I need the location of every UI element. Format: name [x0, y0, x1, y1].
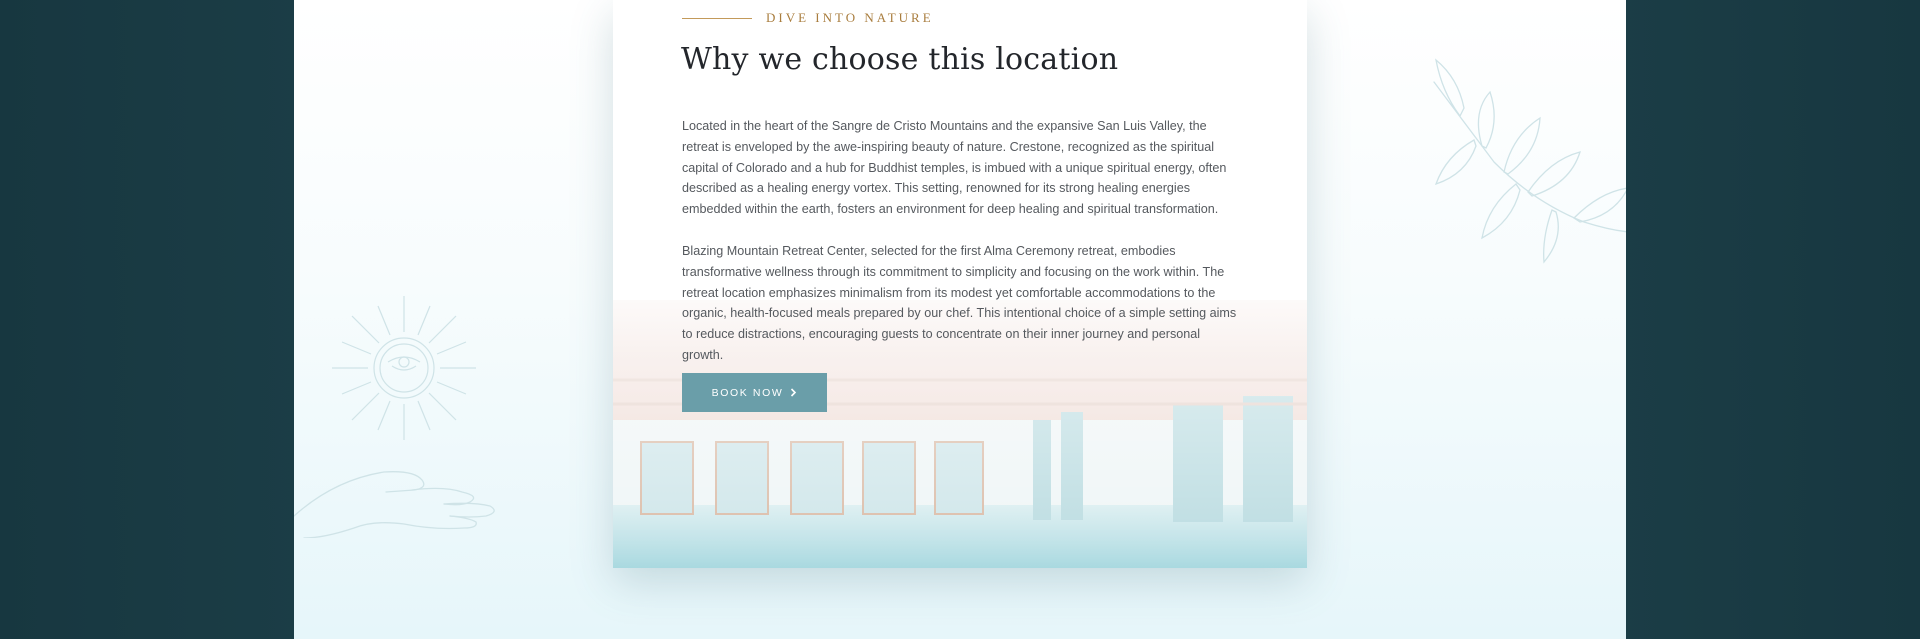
eyebrow-row: DIVE INTO NATURE — [682, 10, 934, 26]
chevron-right-icon — [791, 388, 797, 397]
location-paragraph: Located in the heart of the Sangre de Cr… — [682, 119, 1227, 217]
open-hand-icon — [294, 471, 495, 538]
retreat-center-paragraph: Blazing Mountain Retreat Center, selecte… — [682, 244, 1237, 362]
sun-eye-icon — [332, 296, 476, 440]
section-eyebrow: DIVE INTO NATURE — [766, 10, 934, 25]
location-card: DIVE INTO NATURE Why we choose this loca… — [613, 0, 1307, 568]
eyebrow-divider — [682, 17, 752, 19]
outer-background: DIVE INTO NATURE Why we choose this loca… — [0, 0, 1920, 639]
section-title: Why we choose this location — [681, 42, 1119, 77]
book-now-button[interactable]: BOOK NOW — [682, 373, 827, 412]
leaf-branch-icon — [1433, 58, 1626, 264]
book-now-label: BOOK NOW — [711, 386, 784, 399]
page-section: DIVE INTO NATURE Why we choose this loca… — [294, 0, 1626, 639]
card-content: DIVE INTO NATURE Why we choose this loca… — [613, 0, 1307, 568]
